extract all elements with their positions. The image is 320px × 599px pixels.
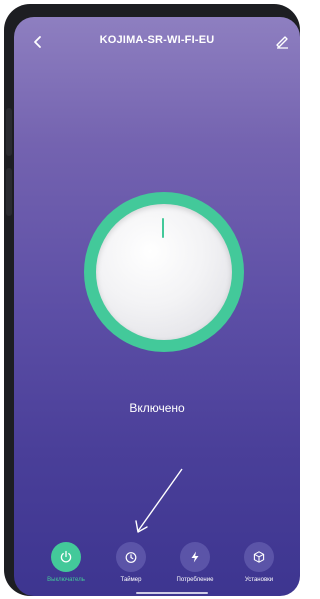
nav-button-circle (51, 542, 81, 572)
home-indicator[interactable] (136, 592, 208, 594)
bottom-navigation: Выключатель Таймер Потребление Установки (14, 537, 300, 596)
nav-item-consumption[interactable]: Потребление (165, 537, 225, 589)
power-icon (60, 550, 72, 563)
lightning-icon (191, 551, 199, 563)
nav-button-circle (244, 542, 274, 572)
nav-label-timer: Таймер (120, 577, 142, 583)
app-screen: KOJIMA-SR-WI-FI-EU Включено Выключатель … (14, 17, 300, 596)
nav-item-settings[interactable]: Установки (229, 537, 289, 589)
annotation-arrow (135, 468, 183, 533)
phone-frame: KOJIMA-SR-WI-FI-EU Включено Выключатель … (4, 4, 300, 596)
nav-label-settings: Установки (244, 577, 274, 583)
nav-label-switch: Выключатель (47, 577, 85, 583)
nav-label-consumption: Потребление (176, 577, 214, 583)
cube-icon (253, 551, 265, 563)
nav-button-circle (180, 542, 210, 572)
timer-icon (125, 552, 137, 563)
volume-down-button (6, 168, 12, 216)
nav-item-switch[interactable]: Выключатель (36, 537, 96, 589)
volume-up-button (6, 108, 12, 156)
nav-item-timer[interactable]: Таймер (101, 537, 161, 589)
nav-button-circle (116, 542, 146, 572)
